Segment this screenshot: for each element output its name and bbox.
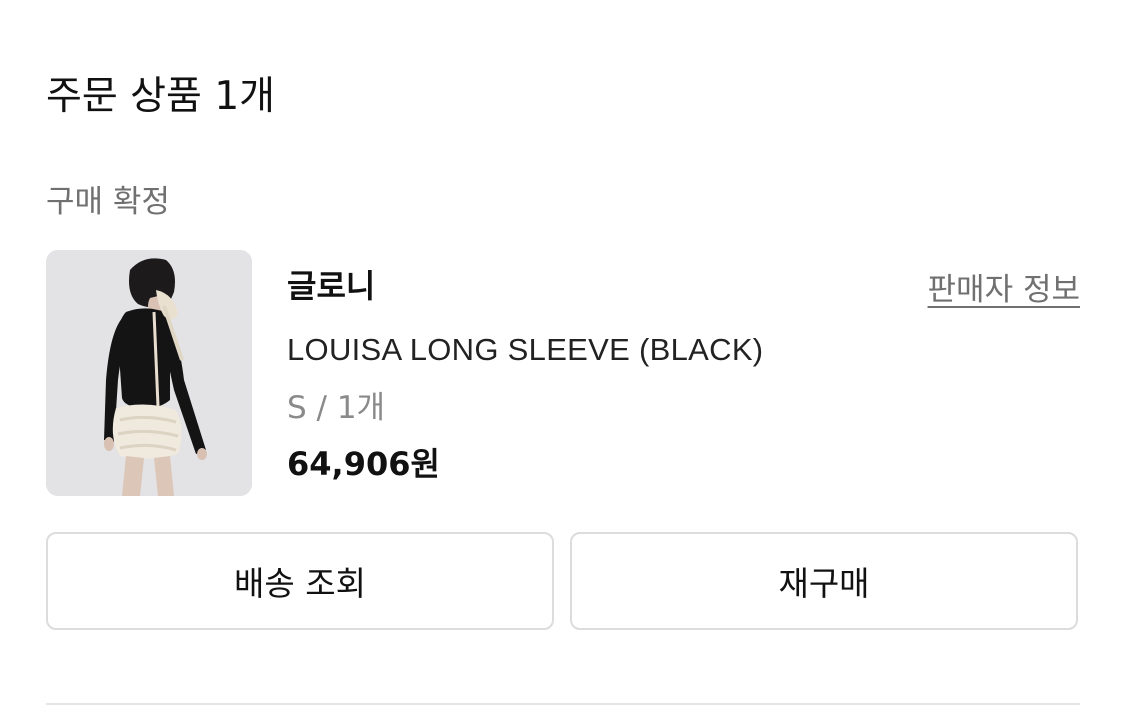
product-price: 64,906원	[287, 445, 440, 483]
order-items-page: 주문 상품 1개 구매 확정 글로니 판매자 정보 LOUISA LONG SL…	[0, 0, 1125, 709]
track-delivery-button[interactable]: 배송 조회	[46, 532, 554, 630]
reorder-label: 재구매	[778, 564, 870, 603]
order-product-item: 글로니 판매자 정보 LOUISA LONG SLEEVE (BLACK) S …	[46, 250, 1080, 498]
brand-name[interactable]: 글로니	[287, 264, 375, 308]
reorder-button[interactable]: 재구매	[570, 532, 1078, 630]
page-title: 주문 상품 1개	[46, 74, 276, 119]
section-divider	[46, 703, 1080, 705]
seller-info-link[interactable]: 판매자 정보	[928, 268, 1080, 312]
order-status-label: 구매 확정	[46, 184, 170, 220]
product-photo	[46, 250, 252, 496]
product-thumbnail[interactable]	[46, 250, 252, 496]
product-option: S / 1개	[287, 390, 386, 426]
track-delivery-label: 배송 조회	[234, 564, 366, 603]
product-name[interactable]: LOUISA LONG SLEEVE (BLACK)	[287, 328, 763, 372]
